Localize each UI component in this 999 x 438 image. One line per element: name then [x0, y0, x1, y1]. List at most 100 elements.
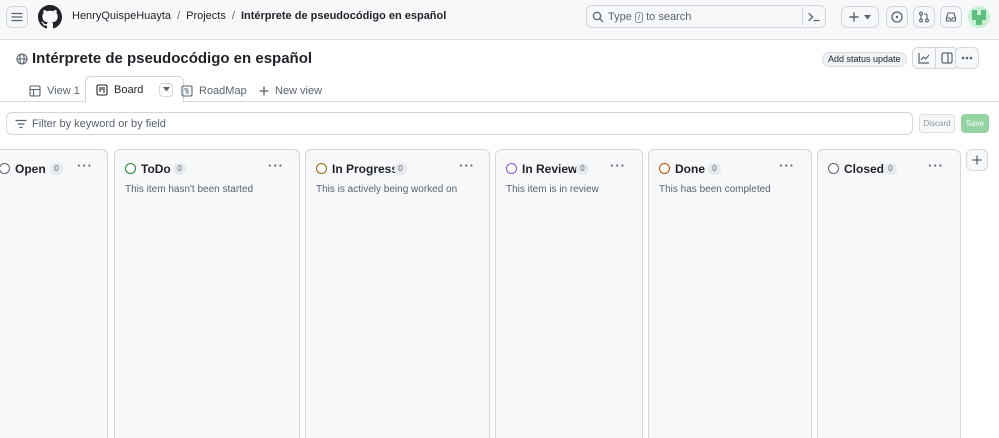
- column-menu-icon[interactable]: ···: [779, 158, 795, 173]
- status-circle-icon: [316, 163, 327, 174]
- tab-label: View 1: [47, 85, 80, 97]
- column-count-badge: 0: [173, 163, 186, 175]
- insights-button[interactable]: [912, 47, 936, 69]
- issue-opened-icon: [891, 11, 903, 23]
- board-column-todo: ToDo 0 ··· This item hasn't been started: [114, 149, 300, 438]
- discard-button[interactable]: Discard: [919, 114, 955, 133]
- board-column-in-review: In Review 0 ··· This item is in review: [495, 149, 643, 438]
- status-circle-icon: [828, 163, 839, 174]
- identicon-icon: [972, 10, 986, 25]
- plus-icon: [972, 155, 982, 165]
- column-header: Closed 0 ···: [818, 158, 960, 179]
- column-description: This item hasn't been started: [125, 184, 254, 195]
- status-circle-icon: [506, 163, 517, 174]
- avatar[interactable]: [968, 6, 990, 28]
- column-menu-icon[interactable]: ···: [77, 158, 93, 173]
- table-icon: [29, 85, 41, 97]
- project-title-row: Intérprete de pseudocódigo en español: [16, 50, 312, 67]
- view-tabs: View 1 Board RoadMap New view: [0, 76, 999, 103]
- column-header: In Review 0 ···: [496, 158, 642, 179]
- globe-icon: [16, 52, 28, 65]
- git-pull-request-icon: [919, 11, 929, 23]
- search-placeholder-prefix: Type: [608, 11, 632, 23]
- tab-board[interactable]: Board: [85, 76, 185, 103]
- create-new-button[interactable]: [841, 6, 879, 28]
- column-count-badge: 0: [708, 163, 721, 175]
- new-view-label: New view: [275, 85, 323, 97]
- filter-input[interactable]: Filter by keyword or by field: [6, 112, 913, 135]
- pull-requests-button[interactable]: [913, 6, 935, 28]
- column-menu-icon[interactable]: ···: [459, 158, 475, 173]
- breadcrumb-projects-link[interactable]: Projects: [186, 10, 226, 22]
- new-view-button[interactable]: New view: [259, 80, 322, 102]
- tab-view-1[interactable]: View 1: [29, 80, 80, 102]
- hamburger-icon: [11, 12, 23, 22]
- board-column-done: Done 0 ··· This has been completed: [648, 149, 812, 438]
- column-header: In Progress 0 ···: [306, 158, 489, 179]
- global-header: HenryQuispeHuayta / Projects / Intérpret…: [0, 0, 999, 40]
- column-menu-icon[interactable]: ···: [928, 158, 944, 173]
- search-input[interactable]: Type / to search: [586, 5, 826, 28]
- breadcrumb-owner-link[interactable]: HenryQuispeHuayta: [72, 10, 171, 22]
- column-title: In Review: [522, 162, 578, 176]
- command-palette-button[interactable]: [802, 7, 824, 26]
- column-menu-icon[interactable]: ···: [268, 158, 284, 173]
- graph-icon: [918, 53, 930, 64]
- column-title: In Progress: [332, 162, 399, 176]
- breadcrumb-project-link[interactable]: Intérprete de pseudocódigo en español: [241, 10, 446, 22]
- column-count-badge: 0: [50, 163, 63, 175]
- board-column-open: Open 0 ···: [0, 149, 108, 438]
- inbox-icon: [945, 12, 957, 22]
- view-options-button[interactable]: [159, 82, 174, 97]
- menu-button[interactable]: [6, 6, 28, 28]
- plus-icon: [849, 12, 859, 22]
- plus-icon: [259, 86, 269, 96]
- triangle-down-icon: [864, 14, 871, 19]
- breadcrumb: HenryQuispeHuayta / Projects / Intérpret…: [72, 10, 446, 22]
- tab-label: Board: [114, 83, 144, 96]
- github-logo-icon[interactable]: [38, 5, 62, 29]
- issues-button[interactable]: [886, 6, 908, 28]
- column-menu-icon[interactable]: ···: [610, 158, 626, 173]
- sidebar-expand-icon: [941, 52, 953, 64]
- board-column-closed: Closed 0 ···: [817, 149, 961, 438]
- page-title[interactable]: Intérprete de pseudocódigo en español: [32, 50, 312, 67]
- tab-label: RoadMap: [199, 85, 247, 97]
- add-status-update-button[interactable]: Add status update: [822, 52, 907, 67]
- board-column-in-progress: In Progress 0 ··· This is actively being…: [305, 149, 490, 438]
- column-description: This has been completed: [659, 184, 771, 195]
- search-placeholder-suffix: to search: [646, 11, 692, 23]
- tab-roadmap[interactable]: RoadMap: [181, 80, 247, 102]
- column-title: Open: [15, 162, 46, 176]
- status-circle-icon: [659, 163, 670, 174]
- column-count-badge: 0: [576, 163, 589, 175]
- triangle-down-icon: [162, 87, 170, 92]
- save-button[interactable]: Save: [961, 114, 989, 133]
- column-count-badge: 0: [884, 163, 897, 175]
- kebab-horizontal-icon: [961, 56, 973, 60]
- status-circle-icon: [125, 163, 136, 174]
- search-shortcut-key: /: [634, 11, 644, 23]
- roadmap-icon: [181, 85, 193, 97]
- filter-icon: [15, 119, 27, 129]
- column-header: Open 0 ···: [0, 158, 107, 179]
- breadcrumb-separator: /: [231, 10, 235, 22]
- column-title: Closed: [844, 162, 885, 176]
- breadcrumb-separator: /: [177, 10, 181, 22]
- search-icon: [592, 11, 604, 23]
- board-icon: [96, 83, 108, 96]
- column-title: ToDo: [141, 162, 171, 176]
- add-column-button[interactable]: [966, 149, 988, 171]
- column-count-badge: 0: [394, 163, 407, 175]
- board: Open 0 ··· ToDo 0 ··· This item hasn't b…: [0, 149, 999, 438]
- project-more-options-button[interactable]: [955, 47, 979, 69]
- column-header: ToDo 0 ···: [115, 158, 299, 179]
- column-description: This item is in review: [506, 184, 599, 195]
- column-header: Done 0 ···: [649, 158, 811, 179]
- filter-placeholder: Filter by keyword or by field: [32, 118, 166, 130]
- column-description: This is actively being worked on: [316, 184, 458, 195]
- inbox-button[interactable]: [940, 6, 962, 28]
- terminal-icon: [807, 12, 820, 21]
- column-title: Done: [675, 162, 705, 176]
- status-circle-icon: [0, 163, 10, 174]
